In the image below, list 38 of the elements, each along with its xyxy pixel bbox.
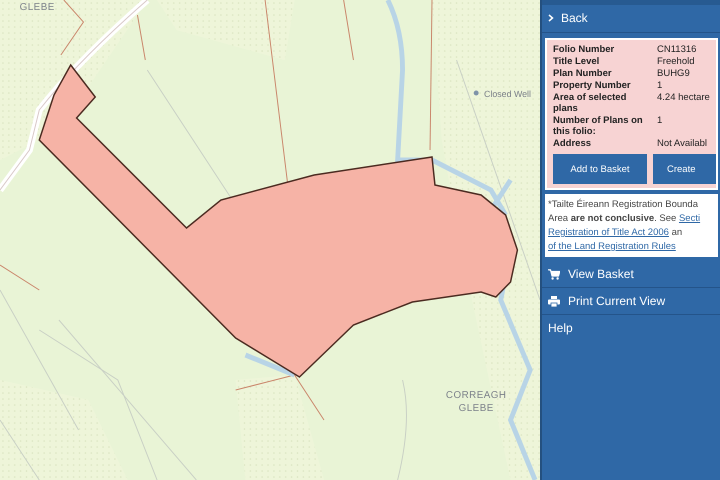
detail-value: CN11316 [657,44,698,55]
feature-label: Closed Well [474,88,531,100]
detail-label: Plan Number [553,68,613,79]
detail-value: Not Availabl [657,138,708,149]
detail-label: Title Level [553,56,600,67]
detail-value: 1 [657,80,664,91]
legislation-link[interactable]: of the Land Registration Rules [548,241,676,252]
townland-label: CORREAGH GLEBE [446,390,506,414]
create-button[interactable]: Create [653,154,716,184]
property-boundary [60,0,84,56]
stream [244,352,296,378]
detail-value: 1 [657,115,664,128]
legislation-link[interactable]: Registration of Title Act 2006 [548,227,669,238]
legislation-link[interactable]: Secti [678,213,700,224]
menu-item[interactable]: View Basket [542,261,720,288]
property-boundary [0,264,40,290]
property-boundary [343,0,354,60]
detail-label: Folio Number [553,44,616,55]
property-boundary [136,14,146,60]
cart-icon [548,268,560,280]
printer-icon [548,296,560,306]
menu-item[interactable]: Print Current View [542,288,720,315]
detail-label: Address [553,138,592,149]
map-drawing[interactable]: GLEBE Closed Well CORREAGH GLEBE [0,0,540,480]
detail-label: Property Number [553,80,632,91]
note-text: an [670,227,682,238]
detail-value: Freehold [657,56,696,67]
back-link[interactable]: Back [542,5,720,33]
detail-label: Number of Plans on this folio: [553,115,644,137]
townland-label: GLEBE [20,2,55,14]
note-text: *Tailte Éireann Registration Bounda [548,199,698,210]
add-to-basket-button[interactable]: Add to Basket [553,154,647,184]
detail-value: BUHG9 [657,68,691,79]
chevron-icon [548,14,554,22]
note-text: Area are not conclusive. See [548,213,678,224]
detail-label: Area of selected plans [553,92,628,114]
menu-item[interactable]: Help [542,315,720,341]
detail-value: 4.24 hectare [657,92,711,105]
